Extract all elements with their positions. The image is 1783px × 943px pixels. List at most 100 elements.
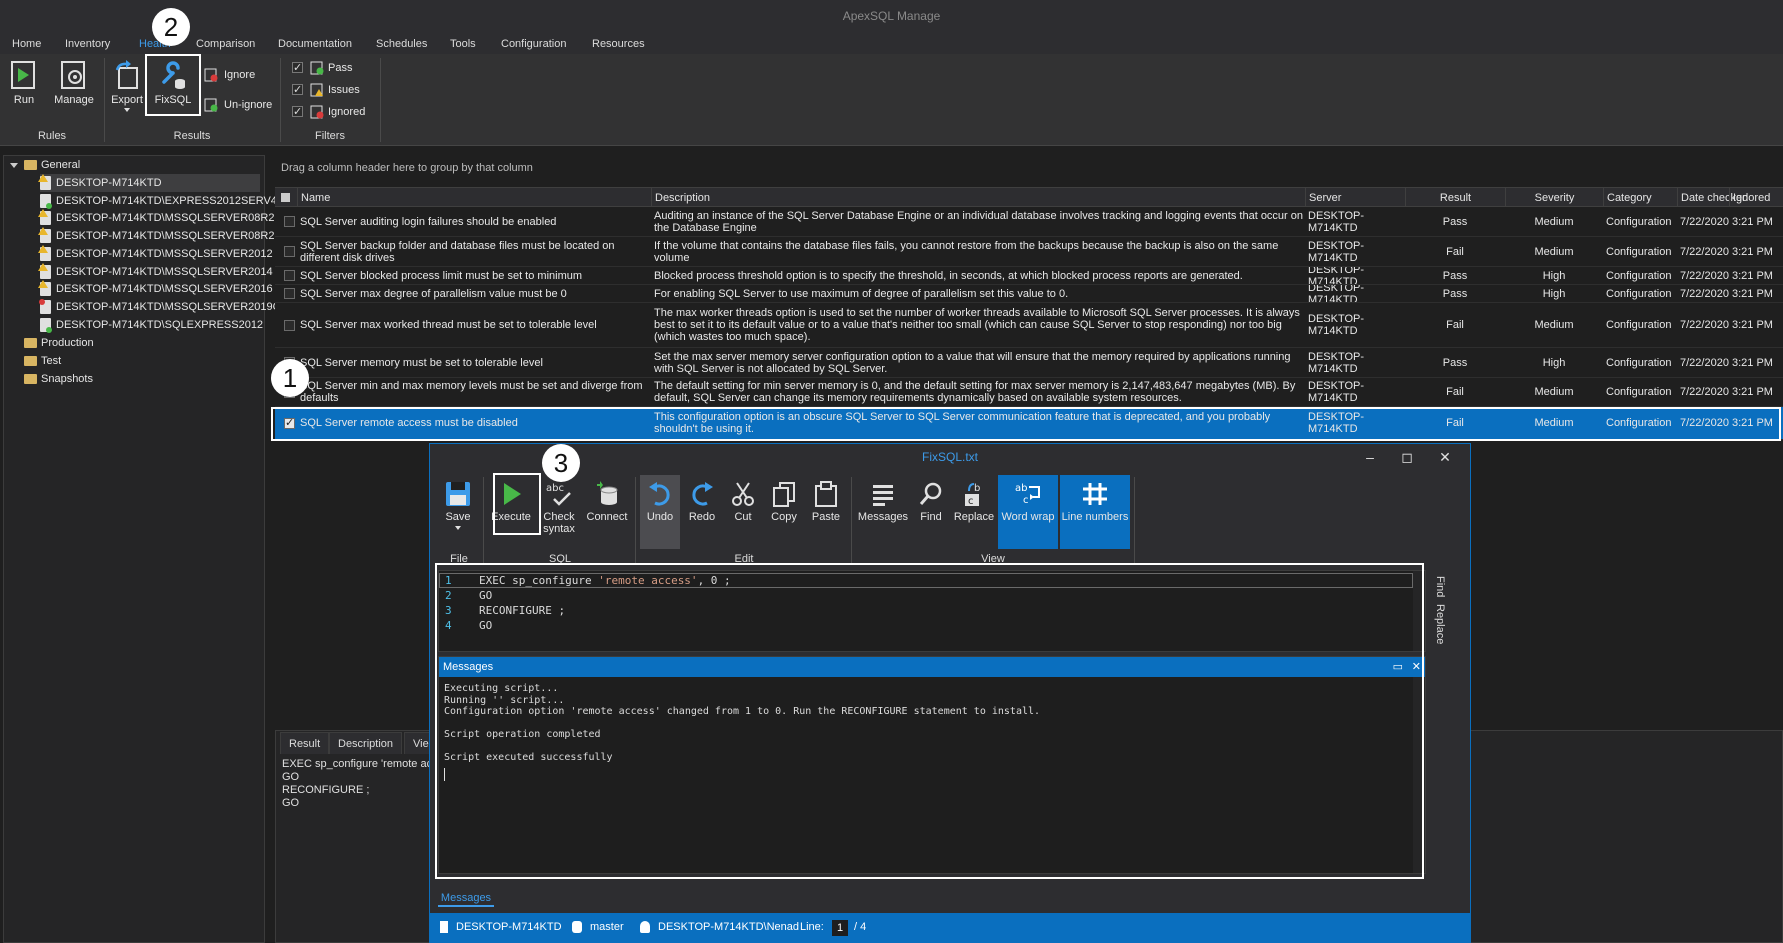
- tree-node-label: Production: [41, 337, 94, 349]
- run-button[interactable]: Run: [6, 60, 42, 106]
- find-button[interactable]: Find: [912, 475, 950, 549]
- copy-icon: [773, 482, 795, 507]
- side-tab-replace[interactable]: Replace: [1434, 604, 1446, 644]
- tree-node-server[interactable]: DESKTOP-M714KTD: [38, 174, 260, 192]
- server-status-icon: [38, 262, 51, 279]
- chevron-down-icon: [124, 108, 130, 112]
- tab-configuration[interactable]: Configuration: [501, 34, 566, 54]
- cell-result: Fail: [1446, 245, 1464, 258]
- tab-comparison[interactable]: Comparison: [196, 34, 255, 54]
- tree-node-server[interactable]: DESKTOP-M714KTD\MSSQLSERVER08R2S: [38, 227, 282, 245]
- ignore-button[interactable]: Ignore: [204, 66, 255, 84]
- select-all-checkbox[interactable]: [281, 193, 290, 202]
- column-header-name[interactable]: Name: [297, 188, 673, 208]
- unignore-button[interactable]: Un-ignore: [204, 96, 272, 114]
- connect-button[interactable]: Connect: [582, 475, 632, 549]
- cell-server: DESKTOP-M714KTD: [1308, 285, 1365, 302]
- copy-button[interactable]: Copy: [764, 475, 804, 549]
- row-checkbox[interactable]: [284, 246, 295, 257]
- tab-tools[interactable]: Tools: [450, 34, 476, 54]
- filter-ignored-checkbox[interactable]: [292, 103, 303, 121]
- close-icon[interactable]: ✕: [1430, 444, 1460, 470]
- manage-label: Manage: [54, 94, 94, 106]
- side-tab-find[interactable]: Find: [1434, 576, 1446, 597]
- paste-icon: [815, 481, 837, 507]
- column-header-result[interactable]: Result: [1405, 188, 1505, 208]
- tree-node-server[interactable]: DESKTOP-M714KTD\MSSQLSERVER2014: [38, 262, 273, 281]
- table-row[interactable]: SQL Server max degree of parallelism val…: [275, 285, 1783, 303]
- tab-result[interactable]: Result: [280, 732, 330, 754]
- tree-node-server[interactable]: DESKTOP-M714KTD\MSSQLSERVER08R2E: [38, 209, 282, 227]
- table-row[interactable]: SQL Server backup folder and database fi…: [275, 237, 1783, 267]
- tab-resources[interactable]: Resources: [592, 34, 645, 54]
- manage-button[interactable]: Manage: [52, 60, 96, 106]
- tree-node-production[interactable]: Production: [24, 334, 94, 352]
- filter-issues-checkbox[interactable]: [292, 81, 303, 99]
- tab-schedules[interactable]: Schedules: [376, 34, 427, 54]
- column-header-severity[interactable]: Severity: [1505, 188, 1603, 208]
- cut-button[interactable]: Cut: [724, 475, 762, 549]
- messages-button[interactable]: Messages: [856, 475, 910, 549]
- tree-node-test[interactable]: Test: [24, 352, 61, 370]
- run-label: Run: [13, 94, 35, 106]
- row-checkbox[interactable]: [284, 288, 295, 299]
- line-numbers-button[interactable]: Line numbers: [1060, 475, 1130, 549]
- tab-documentation[interactable]: Documentation: [278, 34, 352, 54]
- filters-group-label: Filters: [315, 130, 345, 142]
- tree-node-snapshots[interactable]: Snapshots: [24, 370, 93, 388]
- table-row[interactable]: SQL Server min and max memory levels mus…: [275, 378, 1783, 407]
- tree-node-general[interactable]: General: [10, 156, 80, 174]
- filter-ignored[interactable]: Ignored: [290, 103, 365, 121]
- cell-category: Configuration: [1606, 269, 1672, 282]
- tree-node-server[interactable]: DESKTOP-M714KTD\EXPRESS2012SERV4: [40, 192, 277, 210]
- messages-bottom-tab[interactable]: Messages: [438, 889, 494, 907]
- table-row[interactable]: SQL Server memory must be set to tolerab…: [275, 348, 1783, 378]
- tree-node-server[interactable]: DESKTOP-M714KTD\MSSQLSERVER2019G: [39, 298, 281, 316]
- group-by-hint: Drag a column header here to group by th…: [281, 162, 533, 174]
- word-wrap-button[interactable]: ab c Word wrap: [998, 475, 1058, 549]
- maximize-icon[interactable]: ◻: [1392, 444, 1422, 470]
- window-title: ApexSQL Manage: [0, 0, 1783, 34]
- tree-node-server[interactable]: DESKTOP-M714KTD\MSSQLSERVER2016: [38, 280, 273, 298]
- row-checkbox[interactable]: [284, 270, 295, 281]
- table-row[interactable]: SQL Server max worked thread must be set…: [275, 303, 1783, 348]
- undo-button[interactable]: Undo: [640, 475, 680, 549]
- column-header-ignored[interactable]: Ignored: [1729, 188, 1783, 208]
- cell-server: DESKTOP-M714KTD: [1308, 380, 1365, 404]
- server-status-icon: [38, 227, 51, 244]
- filter-issues[interactable]: Issues: [290, 81, 360, 99]
- tab-description[interactable]: Description: [329, 732, 403, 754]
- cell-result: Fail: [1446, 386, 1464, 398]
- column-header-description[interactable]: Description: [651, 188, 1305, 208]
- tree-node-label: DESKTOP-M714KTD: [56, 177, 162, 189]
- tab-inventory[interactable]: Inventory: [65, 34, 110, 54]
- server-status-icon: [38, 209, 51, 226]
- save-button[interactable]: Save: [436, 475, 480, 549]
- callout-1: 1: [271, 359, 309, 397]
- table-row[interactable]: SQL Server auditing login failures shoul…: [275, 207, 1783, 237]
- column-header-category[interactable]: Category: [1603, 188, 1677, 208]
- row-checkbox[interactable]: [284, 320, 295, 331]
- folder-icon: [24, 338, 37, 349]
- result-code-line: GO: [282, 771, 300, 783]
- row-checkbox[interactable]: [284, 216, 295, 227]
- filter-pass-checkbox[interactable]: [292, 59, 303, 77]
- tree-node-server[interactable]: DESKTOP-M714KTD\MSSQLSERVER2012: [38, 244, 273, 263]
- export-button[interactable]: Export: [108, 60, 146, 112]
- select-all-header[interactable]: [275, 188, 297, 208]
- tree-node-server[interactable]: DESKTOP-M714KTD\SQLEXPRESS2012: [40, 316, 263, 334]
- column-header-server[interactable]: Server: [1305, 188, 1407, 208]
- tab-home[interactable]: Home: [12, 34, 41, 54]
- paste-button[interactable]: Paste: [806, 475, 846, 549]
- redo-icon: [692, 482, 713, 506]
- replace-button[interactable]: bc Replace: [952, 475, 996, 549]
- filter-pass[interactable]: Pass: [290, 59, 352, 77]
- minimize-icon[interactable]: –: [1355, 444, 1385, 470]
- cell-severity: Medium: [1534, 215, 1574, 228]
- check-syntax-button[interactable]: abc Check syntax: [536, 475, 582, 549]
- expand-triangle-icon[interactable]: [10, 162, 18, 168]
- table-row[interactable]: SQL Server blocked process limit must be…: [275, 267, 1783, 285]
- redo-button[interactable]: Redo: [682, 475, 722, 549]
- side-tabs: Find Replace: [1430, 570, 1452, 650]
- cell-name: SQL Server memory must be set to tolerab…: [300, 356, 543, 369]
